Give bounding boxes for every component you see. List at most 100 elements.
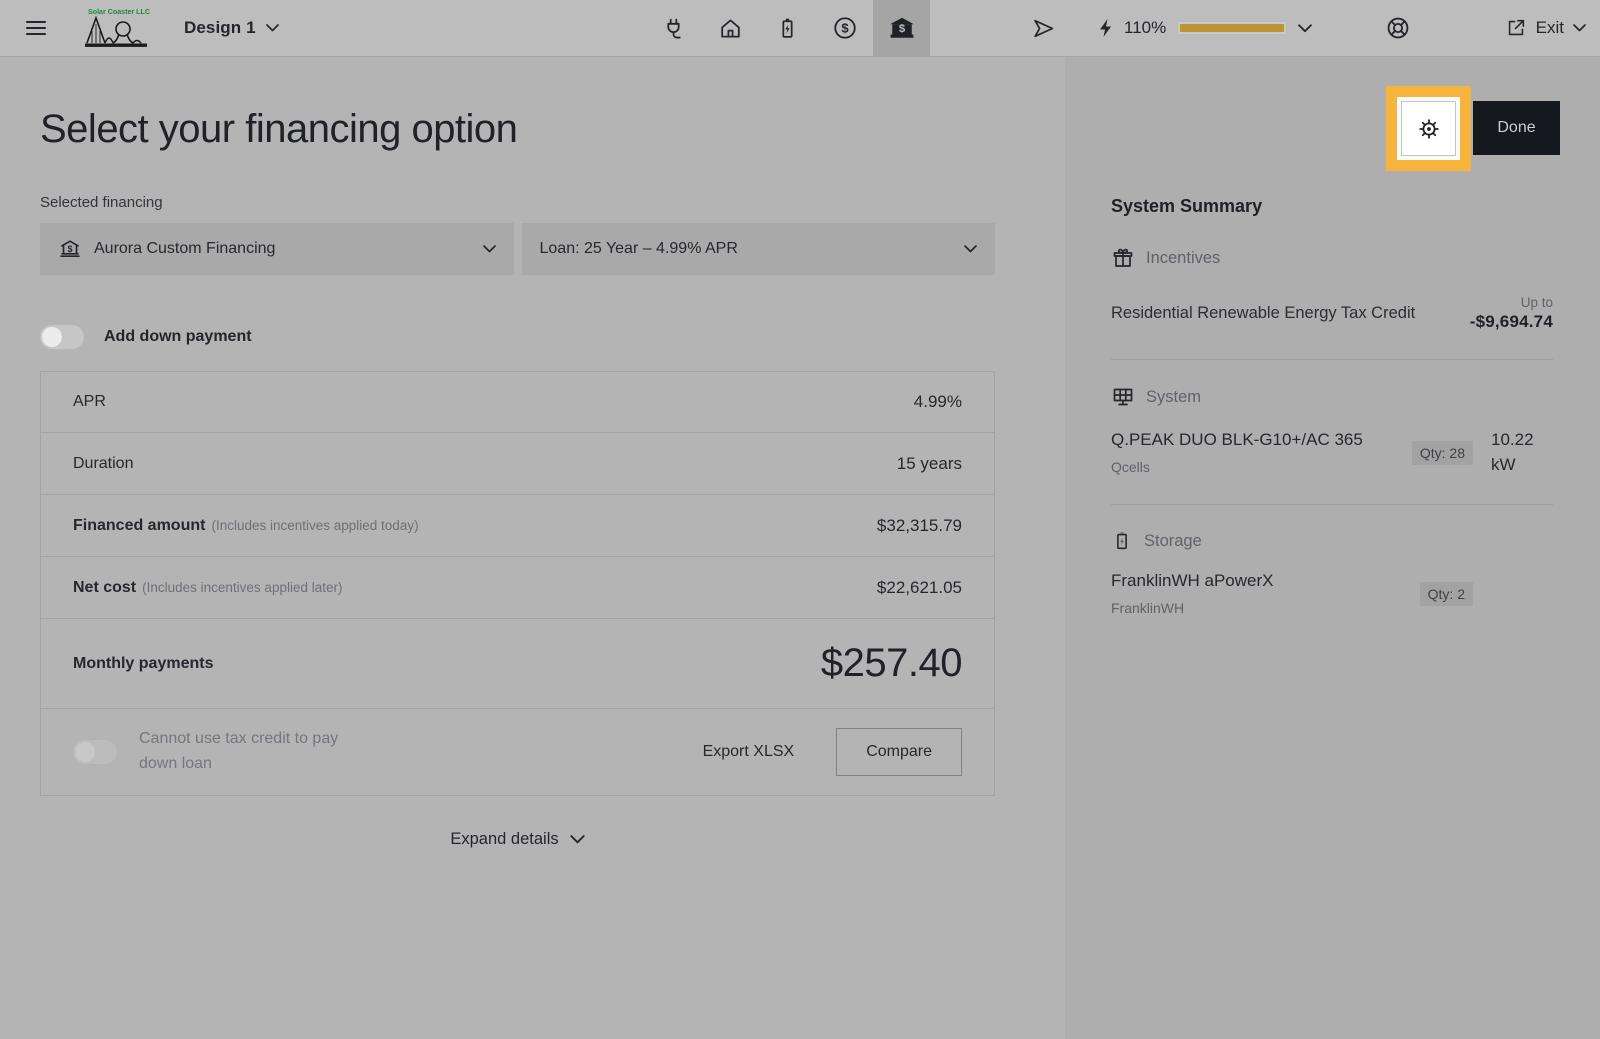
tab-financing-active[interactable]: $ xyxy=(873,0,930,56)
table-row-duration: Duration 15 years xyxy=(41,433,994,495)
incentive-amount: Up to -$9,694.74 xyxy=(1470,295,1553,332)
settings-button-outer xyxy=(1397,97,1460,160)
financing-provider-value: Aurora Custom Financing xyxy=(94,240,483,258)
storage-qty-badge: Qty: 2 xyxy=(1420,582,1473,606)
solar-coaster-logo-icon: Solar Coaster LLC xyxy=(82,5,156,51)
row-label: Duration xyxy=(73,455,133,473)
selected-financing-label: Selected financing xyxy=(40,194,1065,211)
expand-details-label: Expand details xyxy=(450,830,558,849)
monthly-payments-label: Monthly payments xyxy=(73,655,213,672)
tax-credit-paydown-toggle[interactable] xyxy=(73,740,117,764)
compare-button[interactable]: Compare xyxy=(836,728,962,776)
storage-model-name: FranklinWH aPowerX xyxy=(1111,571,1420,591)
incentive-item: Residential Renewable Energy Tax Credit … xyxy=(1111,295,1553,332)
storage-manufacturer: FranklinWH xyxy=(1111,600,1420,616)
storage-section-header: Storage xyxy=(1111,530,1553,552)
add-down-payment-toggle[interactable] xyxy=(40,325,84,349)
menu-button[interactable] xyxy=(14,0,58,56)
toggle-knob xyxy=(42,327,62,347)
panel-qty-badge: Qty: 28 xyxy=(1412,441,1473,465)
table-row-financed-amount: Financed amount (Includes incentives appl… xyxy=(41,495,994,557)
send-icon xyxy=(1031,16,1056,41)
energy-offset-status[interactable]: 110% xyxy=(1098,0,1312,56)
financing-provider-dropdown[interactable]: $ Aurora Custom Financing xyxy=(40,223,514,275)
financing-panel: Select your financing option Selected fi… xyxy=(0,57,1065,1039)
solar-panel-icon xyxy=(1111,385,1135,409)
expand-details-button[interactable]: Expand details xyxy=(40,830,995,849)
svg-text:$: $ xyxy=(841,21,849,36)
table-footer-row: Cannot use tax credit to pay down loan E… xyxy=(41,709,994,795)
logo-text: Solar Coaster LLC xyxy=(88,7,151,16)
chevron-down-icon xyxy=(266,24,279,32)
offset-percentage: 110% xyxy=(1124,18,1166,38)
export-xlsx-button[interactable]: Export XLSX xyxy=(703,743,795,761)
row-value: 15 years xyxy=(897,454,962,474)
divider xyxy=(1111,359,1553,360)
tab-pricing[interactable]: $ xyxy=(816,0,873,56)
row-note: (Includes incentives applied later) xyxy=(142,580,342,595)
panel-manufacturer: Qcells xyxy=(1111,459,1412,475)
system-summary-title: System Summary xyxy=(1111,196,1553,217)
tab-home[interactable] xyxy=(702,0,759,56)
row-note: (Includes incentives applied today) xyxy=(211,518,418,533)
bank-icon: $ xyxy=(58,237,82,261)
share-proposal-button[interactable] xyxy=(1015,0,1071,56)
svg-text:$: $ xyxy=(898,23,905,35)
gift-icon xyxy=(1111,246,1135,270)
loan-product-dropdown[interactable]: Loan: 25 Year – 4.99% APR xyxy=(522,223,996,275)
system-summary-panel: Done System Summary Incentives Residenti… xyxy=(1065,57,1600,1039)
settings-button[interactable] xyxy=(1401,101,1456,156)
tab-utility[interactable] xyxy=(645,0,702,56)
storage-equipment-item: FranklinWH aPowerX FranklinWH Qty: 2 xyxy=(1111,571,1553,616)
done-button[interactable]: Done xyxy=(1473,101,1560,155)
system-size-unit: kW xyxy=(1491,453,1553,478)
row-label: Financed amount xyxy=(73,517,205,534)
offset-progress-fill xyxy=(1180,24,1284,32)
incentive-name: Residential Renewable Energy Tax Credit xyxy=(1111,295,1415,324)
tab-storage[interactable] xyxy=(759,0,816,56)
toggle-knob xyxy=(75,742,95,762)
loan-details-table: APR 4.99% Duration 15 years Financed amo… xyxy=(40,371,995,796)
panel-model-name: Q.PEAK DUO BLK-G10+/AC 365 xyxy=(1111,430,1412,450)
bank-financing-icon: $ xyxy=(889,15,915,41)
row-value: 4.99% xyxy=(914,392,962,412)
incentive-up-to: Up to xyxy=(1470,295,1553,310)
incentives-label: Incentives xyxy=(1146,249,1220,268)
bolt-icon xyxy=(1098,18,1113,38)
plug-icon xyxy=(661,16,686,41)
chevron-down-icon xyxy=(964,245,977,253)
system-size: 10.22 kW xyxy=(1491,428,1553,477)
divider xyxy=(1111,504,1553,505)
top-toolbar: Solar Coaster LLC Design 1 xyxy=(0,0,1600,57)
chevron-down-icon xyxy=(483,245,496,253)
hamburger-icon xyxy=(25,19,47,37)
chevron-down-icon xyxy=(570,835,585,844)
tax-credit-toggle-label: Cannot use tax credit to pay down loan xyxy=(139,727,364,777)
settings-highlight-frame xyxy=(1386,86,1471,171)
system-equipment-item: Q.PEAK DUO BLK-G10+/AC 365 Qcells Qty: 2… xyxy=(1111,428,1553,477)
design-selector-label: Design 1 xyxy=(184,18,256,38)
page-title: Select your financing option xyxy=(40,107,1065,152)
equipment-info: Q.PEAK DUO BLK-G10+/AC 365 Qcells xyxy=(1111,430,1412,475)
gear-icon xyxy=(1417,117,1441,141)
add-down-payment-label: Add down payment xyxy=(104,328,252,346)
loan-product-value: Loan: 25 Year – 4.99% APR xyxy=(540,240,965,258)
system-label: System xyxy=(1146,388,1201,407)
home-icon xyxy=(718,16,743,41)
table-row-net-cost: Net cost (Includes incentives applied lat… xyxy=(41,557,994,619)
exit-menu[interactable]: Exit xyxy=(1505,0,1586,56)
lifebuoy-help-icon xyxy=(1385,15,1411,41)
row-value: $32,315.79 xyxy=(877,516,962,536)
equipment-info: FranklinWH aPowerX FranklinWH xyxy=(1111,571,1420,616)
row-label: Net cost xyxy=(73,579,136,596)
help-button[interactable] xyxy=(1378,0,1418,56)
mode-tabs: $ $ xyxy=(645,0,930,56)
incentives-section-header: Incentives xyxy=(1111,246,1553,270)
design-selector[interactable]: Design 1 xyxy=(184,0,279,56)
table-row-apr: APR 4.99% xyxy=(41,372,994,433)
row-value: $22,621.05 xyxy=(877,578,962,598)
system-section-header: System xyxy=(1111,385,1553,409)
monthly-payments-value: $257.40 xyxy=(821,641,962,686)
row-label: APR xyxy=(73,393,106,411)
table-row-monthly-payments: Monthly payments $257.40 xyxy=(41,619,994,709)
